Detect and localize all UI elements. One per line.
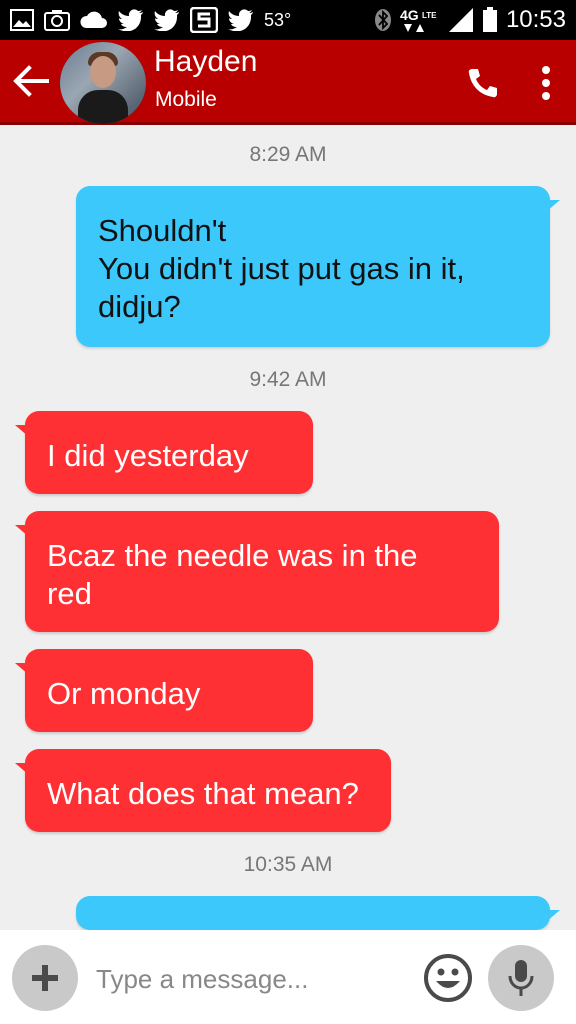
twitter-icon bbox=[154, 9, 180, 31]
status-bar-system: 4G LTE 10:53 bbox=[374, 0, 566, 40]
incoming-message[interactable]: Bcaz the needle was in the red bbox=[15, 511, 499, 632]
svg-text:4G: 4G bbox=[400, 7, 419, 23]
contact-name[interactable]: Hayden bbox=[154, 45, 257, 79]
bluetooth-icon bbox=[374, 8, 392, 32]
network-4g-lte-icon: 4G LTE bbox=[400, 6, 440, 34]
message-input[interactable] bbox=[96, 958, 406, 1000]
message-timestamp: 9:42 AM bbox=[249, 368, 327, 391]
smiley-icon bbox=[424, 954, 472, 1002]
twitter-icon bbox=[118, 9, 144, 31]
cloud-icon bbox=[80, 10, 108, 30]
message-text-line: Or monday bbox=[47, 676, 201, 711]
incoming-message[interactable]: Or monday bbox=[15, 649, 313, 732]
message-timestamp: 8:29 AM bbox=[249, 143, 327, 166]
call-button[interactable] bbox=[460, 60, 506, 106]
battery-icon bbox=[482, 7, 498, 33]
status-bar: 53° 4G LTE 10:53 bbox=[0, 0, 576, 40]
gallery-icon bbox=[10, 9, 34, 31]
weather-temperature: 53° bbox=[264, 9, 292, 30]
message-text-line: You didn't just put gas in it, bbox=[98, 251, 465, 286]
outgoing-message-partial[interactable] bbox=[76, 896, 560, 930]
avatar-photo-face bbox=[90, 56, 116, 88]
microphone-icon bbox=[508, 960, 534, 996]
signal-strength-icon bbox=[448, 7, 474, 33]
incoming-message[interactable]: What does that mean? bbox=[15, 749, 391, 832]
conversation-header: Hayden Mobile bbox=[0, 40, 576, 125]
outgoing-message[interactable]: Shouldn't You didn't just put gas in it,… bbox=[76, 186, 560, 347]
message-text-line: Bcaz the needle was in the bbox=[47, 538, 418, 573]
plus-icon bbox=[32, 965, 58, 991]
contact-phone-type: Mobile bbox=[155, 88, 217, 111]
clock: 10:53 bbox=[505, 6, 566, 33]
message-composer bbox=[0, 930, 576, 1024]
svg-text:LTE: LTE bbox=[422, 11, 437, 20]
voice-input-button[interactable] bbox=[488, 945, 554, 1011]
status-bar-notifications: 53° bbox=[10, 0, 291, 40]
overflow-menu-button[interactable] bbox=[526, 60, 566, 106]
twitter-icon bbox=[228, 9, 254, 31]
message-text-line: Shouldn't bbox=[98, 213, 227, 248]
attach-button[interactable] bbox=[12, 945, 78, 1011]
message-timestamp: 10:35 AM bbox=[243, 853, 333, 876]
message-text-line: didju? bbox=[98, 289, 181, 324]
camera-icon bbox=[44, 9, 70, 31]
back-button[interactable] bbox=[8, 58, 54, 104]
message-text-line: I did yesterday bbox=[47, 438, 249, 473]
message-text-line: What does that mean? bbox=[47, 776, 359, 811]
more-vertical-icon bbox=[542, 66, 550, 100]
back-arrow-icon bbox=[13, 65, 49, 97]
phone-icon bbox=[468, 69, 497, 98]
message-text-line: red bbox=[47, 576, 92, 611]
contact-avatar[interactable] bbox=[60, 42, 146, 124]
avatar-photo-body bbox=[78, 90, 128, 124]
emoji-button[interactable] bbox=[420, 950, 476, 1006]
s-app-icon bbox=[190, 7, 218, 33]
incoming-message[interactable]: I did yesterday bbox=[15, 411, 313, 494]
